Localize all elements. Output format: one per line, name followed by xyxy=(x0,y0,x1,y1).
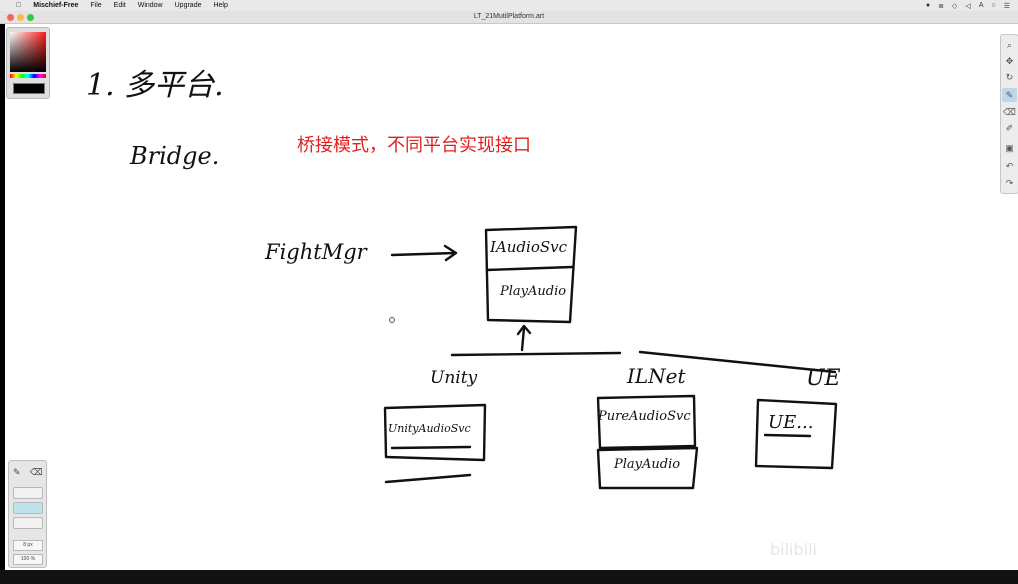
pan-icon[interactable]: ✥ xyxy=(1002,54,1017,68)
ilnet-box2 xyxy=(596,446,699,490)
brush-size-field[interactable]: 8 px xyxy=(13,540,43,551)
ue-box-underline xyxy=(763,433,812,438)
current-color-swatch[interactable] xyxy=(13,83,45,94)
saturation-value-picker[interactable] xyxy=(10,32,46,72)
unity-box xyxy=(383,403,487,462)
hue-slider[interactable] xyxy=(10,74,46,78)
brush-preset-1[interactable] xyxy=(13,487,43,499)
pencil-icon[interactable]: ✎ xyxy=(1002,88,1017,102)
brush-panel: ✎ ⌫ 8 px 100 % xyxy=(8,460,47,568)
brush-opacity-field[interactable]: 100 % xyxy=(13,554,43,565)
unity-box-line xyxy=(384,445,472,484)
image-icon[interactable]: ▣ xyxy=(1002,141,1017,155)
ilnet-box xyxy=(596,394,697,450)
eraser-icon[interactable]: ⌫ xyxy=(1002,105,1017,119)
interface-box xyxy=(484,225,578,324)
bottom-bar xyxy=(0,570,1018,584)
eyedropper-icon[interactable]: ✐ xyxy=(1002,121,1017,135)
inherit-arrow xyxy=(516,324,532,352)
undo-icon[interactable]: ↶ xyxy=(1002,159,1017,173)
tool-palette: ⌕ ✥ ↻ ✎ ⌫ ✐ ▣ ↶ ↷ xyxy=(1000,34,1018,194)
brush-pencil-icon[interactable]: ✎ xyxy=(13,467,21,478)
diagram-strokes xyxy=(383,225,838,490)
zoom-icon[interactable]: ⌕ xyxy=(1002,38,1017,52)
brush-preset-3[interactable] xyxy=(13,517,43,529)
brush-preset-2[interactable] xyxy=(13,502,43,514)
redo-icon[interactable]: ↷ xyxy=(1002,176,1017,190)
hierarchy-line xyxy=(450,350,837,374)
brush-eraser-icon[interactable]: ⌫ xyxy=(30,467,43,478)
watermark: bilibili xyxy=(770,540,817,559)
color-picker-panel[interactable] xyxy=(6,27,50,99)
rotate-icon[interactable]: ↻ xyxy=(1002,70,1017,84)
client-arrow xyxy=(390,244,458,262)
interface-divider xyxy=(485,265,574,272)
